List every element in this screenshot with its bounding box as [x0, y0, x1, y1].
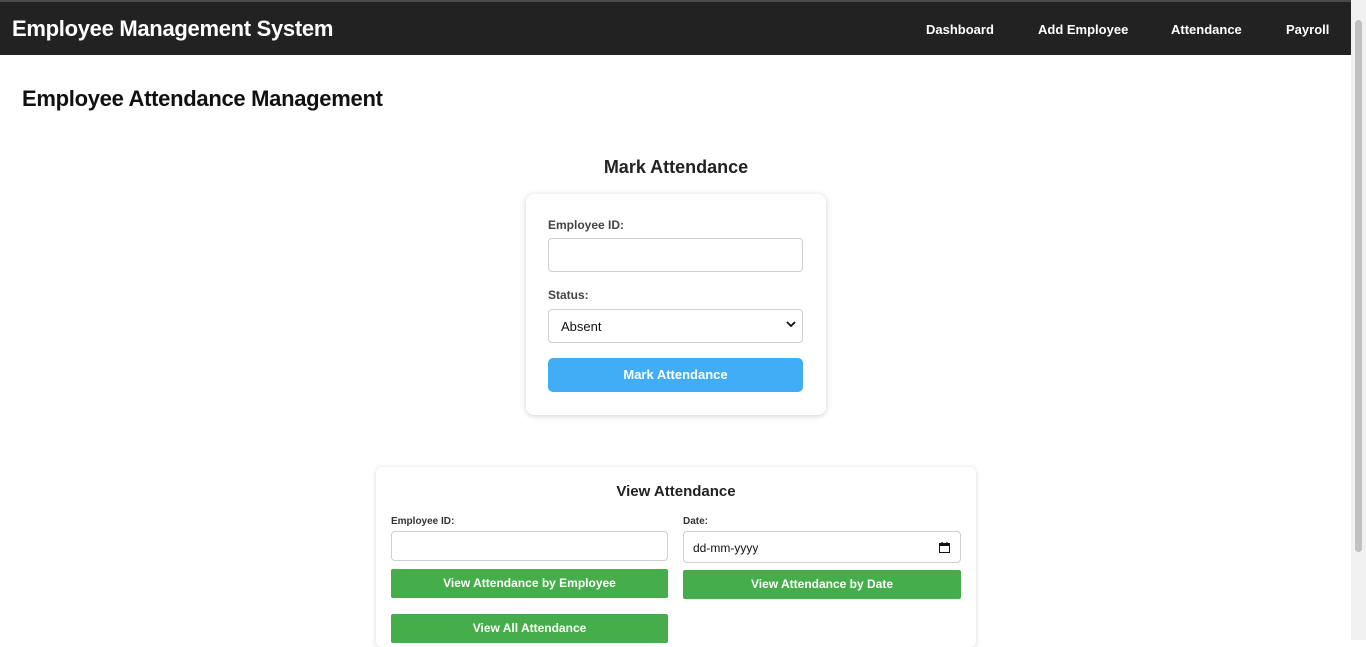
view-all-attendance-button[interactable]: View All Attendance	[391, 614, 668, 643]
view-employee-id-input[interactable]	[391, 531, 668, 561]
mark-attendance-heading: Mark Attendance	[603, 157, 749, 177]
view-attendance-card: View Attendance Employee ID: Date: dd-mm…	[376, 467, 976, 647]
nav-link-add-employee[interactable]: Add Employee	[1038, 22, 1128, 37]
employee-id-input[interactable]	[548, 238, 803, 272]
employee-id-label: Employee ID:	[548, 218, 625, 232]
view-attendance-heading: View Attendance	[616, 483, 736, 500]
date-label: Date:	[683, 516, 709, 527]
view-by-employee-button[interactable]: View Attendance by Employee	[391, 569, 668, 598]
chevron-down-icon	[786, 321, 796, 328]
date-placeholder: dd-mm-yyyy	[693, 541, 759, 555]
mark-attendance-button[interactable]: Mark Attendance	[548, 358, 803, 392]
status-select[interactable]: Absent	[548, 309, 803, 343]
brand-title[interactable]: Employee Management System	[12, 16, 333, 42]
top-navbar: Employee Management System Dashboard Add…	[0, 2, 1351, 55]
mark-attendance-card: Employee ID: Status: Absent Mark Attenda…	[526, 194, 826, 415]
nav-link-attendance[interactable]: Attendance	[1171, 22, 1242, 37]
status-selected-value: Absent	[561, 318, 602, 334]
scrollbar-thumb[interactable]	[1355, 20, 1362, 552]
calendar-icon[interactable]	[939, 542, 950, 553]
page-scrollbar[interactable]	[1351, 0, 1366, 640]
page-title: Employee Attendance Management	[22, 86, 383, 111]
nav-link-dashboard[interactable]: Dashboard	[926, 22, 994, 37]
nav-link-payroll[interactable]: Payroll	[1286, 22, 1329, 37]
view-by-date-button[interactable]: View Attendance by Date	[683, 570, 961, 599]
status-label: Status:	[548, 288, 589, 302]
date-input[interactable]: dd-mm-yyyy	[683, 531, 961, 563]
view-employee-id-label: Employee ID:	[391, 516, 455, 527]
